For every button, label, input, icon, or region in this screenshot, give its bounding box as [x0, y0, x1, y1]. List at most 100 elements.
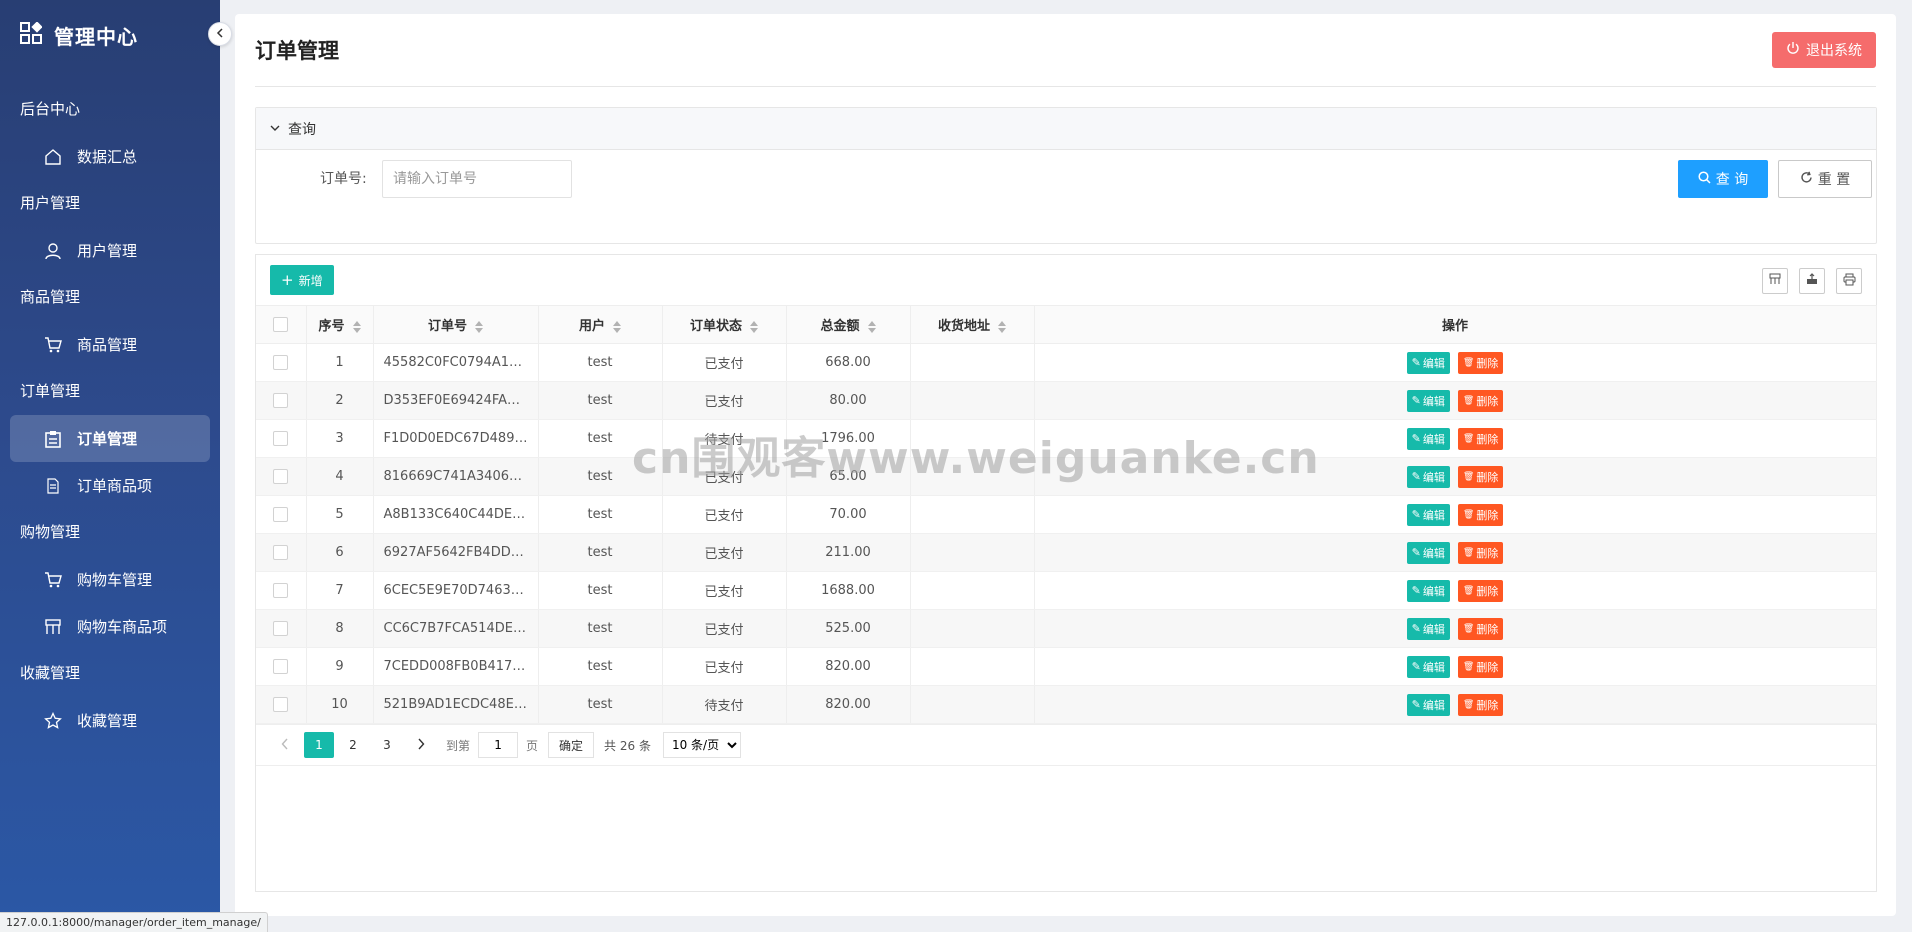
column-header-amount[interactable]: 总金额	[786, 305, 911, 344]
row-checkbox[interactable]	[273, 545, 289, 560]
edit-button[interactable]: ✎ 编辑	[1406, 389, 1450, 412]
row-checkbox[interactable]	[273, 697, 289, 712]
sort-icon[interactable]	[613, 320, 621, 333]
sort-icon[interactable]	[998, 320, 1006, 333]
cell-status: 待支付	[662, 685, 787, 724]
column-header-order[interactable]: 订单号	[373, 305, 539, 344]
column-header-no[interactable]: 序号	[306, 305, 374, 344]
query-panel-header[interactable]: 查询	[256, 108, 1876, 150]
table-row: 3 F1D0D0EDC67D489C9... test 待支付 1796.00 ✎ 编辑 🗑 删…	[256, 419, 1877, 458]
edit-button[interactable]: ✎ 编辑	[1406, 465, 1450, 488]
sidebar-item-favorites[interactable]: 收藏管理	[10, 697, 210, 744]
sidebar-item-cart[interactable]: 购物车管理	[10, 556, 210, 603]
edit-button[interactable]: ✎ 编辑	[1406, 427, 1450, 450]
column-header-status[interactable]: 订单状态	[662, 305, 787, 344]
row-checkbox[interactable]	[273, 469, 289, 484]
cell-no: 4	[306, 457, 374, 496]
row-checkbox[interactable]	[273, 507, 289, 522]
row-checkbox[interactable]	[273, 659, 289, 674]
trash-icon: 🗑	[1462, 585, 1475, 596]
cart-icon	[43, 335, 63, 355]
cell-user: test	[538, 647, 663, 686]
goto-page-input[interactable]	[478, 732, 519, 758]
sidebar-item-orders[interactable]: 订单管理	[10, 415, 210, 462]
collapse-sidebar-button[interactable]	[208, 22, 232, 46]
column-header-address[interactable]: 收货地址	[910, 305, 1035, 344]
next-page-button[interactable]	[406, 732, 436, 758]
goto-confirm-button[interactable]: 确定	[548, 732, 595, 758]
export-button[interactable]	[1799, 268, 1825, 294]
menu-group-title: 购物管理	[20, 523, 81, 541]
column-header-user[interactable]: 用户	[538, 305, 663, 344]
sort-icon[interactable]	[867, 320, 876, 333]
cell-user: test	[538, 609, 663, 648]
edit-button[interactable]: ✎ 编辑	[1406, 617, 1450, 640]
columns-filter-button[interactable]	[1762, 268, 1788, 294]
sidebar-item-products[interactable]: 商品管理	[10, 321, 210, 368]
edit-button[interactable]: ✎ 编辑	[1406, 351, 1450, 374]
order-number-input[interactable]	[382, 160, 572, 198]
edit-button[interactable]: ✎ 编辑	[1406, 541, 1450, 564]
delete-button[interactable]: 🗑 删除	[1457, 541, 1504, 564]
delete-button[interactable]: 🗑 删除	[1457, 389, 1504, 412]
delete-button[interactable]: 🗑 删除	[1457, 579, 1504, 602]
delete-button[interactable]: 🗑 删除	[1457, 655, 1504, 678]
table-row: 7 6CEC5E9E70D7463E90... test 已支付 1688.00 ✎ 编辑 🗑…	[256, 571, 1877, 610]
edit-label: 编辑	[1422, 470, 1445, 484]
sort-icon[interactable]	[352, 320, 361, 333]
row-checkbox[interactable]	[273, 393, 289, 408]
row-checkbox[interactable]	[273, 583, 289, 598]
delete-button[interactable]: 🗑 删除	[1457, 503, 1504, 526]
cell-user: test	[538, 533, 663, 572]
page-3-button[interactable]: 3	[372, 732, 402, 758]
cell-no: 6	[306, 533, 374, 572]
row-select-cell	[256, 571, 307, 610]
table-row: 2 D353EF0E69424FA2AC9B test 已支付 80.00 ✎ 编辑 🗑 删除	[256, 381, 1877, 420]
sidebar-item-users[interactable]: 用户管理	[10, 227, 210, 274]
cell-actions: ✎ 编辑 🗑 删除	[1034, 533, 1877, 572]
sort-icon[interactable]	[750, 320, 758, 333]
prev-page-button[interactable]	[270, 732, 300, 758]
menu-group-title: 用户管理	[20, 194, 81, 212]
reset-label: 重 置	[1817, 172, 1851, 188]
sidebar-item-cart-items[interactable]: 购物车商品项	[10, 603, 210, 650]
sidebar-item-label: 订单商品项	[77, 477, 153, 495]
search-button[interactable]: 查 询	[1678, 160, 1768, 198]
edit-button[interactable]: ✎ 编辑	[1406, 503, 1450, 526]
edit-label: 编辑	[1422, 546, 1445, 560]
delete-button[interactable]: 🗑 删除	[1457, 693, 1504, 716]
delete-button[interactable]: 🗑 删除	[1457, 465, 1504, 488]
row-checkbox[interactable]	[273, 621, 289, 636]
goto-label: 到第	[446, 738, 471, 753]
cell-user: test	[538, 419, 663, 458]
delete-button[interactable]: 🗑 删除	[1457, 351, 1504, 374]
page-1-button[interactable]: 1	[304, 732, 334, 758]
trash-icon: 🗑	[1462, 509, 1475, 520]
edit-button[interactable]: ✎ 编辑	[1406, 693, 1450, 716]
delete-button[interactable]: 🗑 删除	[1457, 427, 1504, 450]
select-all-checkbox[interactable]	[273, 317, 289, 332]
row-checkbox[interactable]	[273, 355, 289, 370]
sort-icon[interactable]	[475, 320, 483, 333]
row-select-cell	[256, 647, 307, 686]
pencil-icon: ✎	[1411, 394, 1421, 407]
print-button[interactable]	[1836, 268, 1862, 294]
cell-amount: 1796.00	[786, 419, 911, 458]
search-icon	[1698, 170, 1711, 188]
cell-address	[910, 685, 1035, 724]
edit-button[interactable]: ✎ 编辑	[1406, 655, 1450, 678]
sidebar-item-order-items[interactable]: 订单商品项	[10, 462, 210, 509]
row-checkbox[interactable]	[273, 431, 289, 446]
cell-address	[910, 419, 1035, 458]
logout-button[interactable]: 退出系统	[1772, 32, 1876, 68]
reset-button[interactable]: 重 置	[1778, 160, 1872, 198]
select-all-cell	[256, 305, 307, 344]
sidebar-item-dashboard[interactable]: 数据汇总	[10, 133, 210, 180]
page-2-button[interactable]: 2	[338, 732, 368, 758]
delete-button[interactable]: 🗑 删除	[1457, 617, 1504, 640]
page-size-select[interactable]: 10 条/页	[662, 732, 741, 758]
cell-user: test	[538, 457, 663, 496]
edit-button[interactable]: ✎ 编辑	[1406, 579, 1450, 602]
edit-label: 编辑	[1422, 432, 1445, 446]
add-button[interactable]: + 新增	[270, 265, 334, 295]
